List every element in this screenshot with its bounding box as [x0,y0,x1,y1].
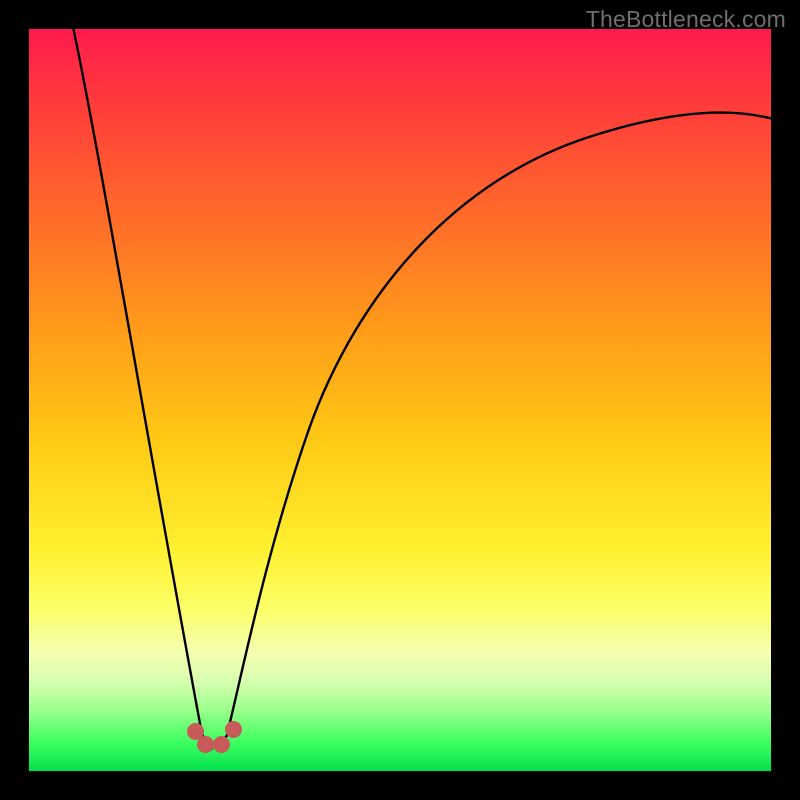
trough-marker [197,736,214,753]
plot-area [29,29,771,771]
curve-right-branch [227,113,773,735]
curve-left-branch [73,27,213,749]
trough-marker [213,736,230,753]
watermark-text: TheBottleneck.com [586,6,786,33]
trough-marker [225,721,242,738]
bottleneck-curve [29,29,771,771]
